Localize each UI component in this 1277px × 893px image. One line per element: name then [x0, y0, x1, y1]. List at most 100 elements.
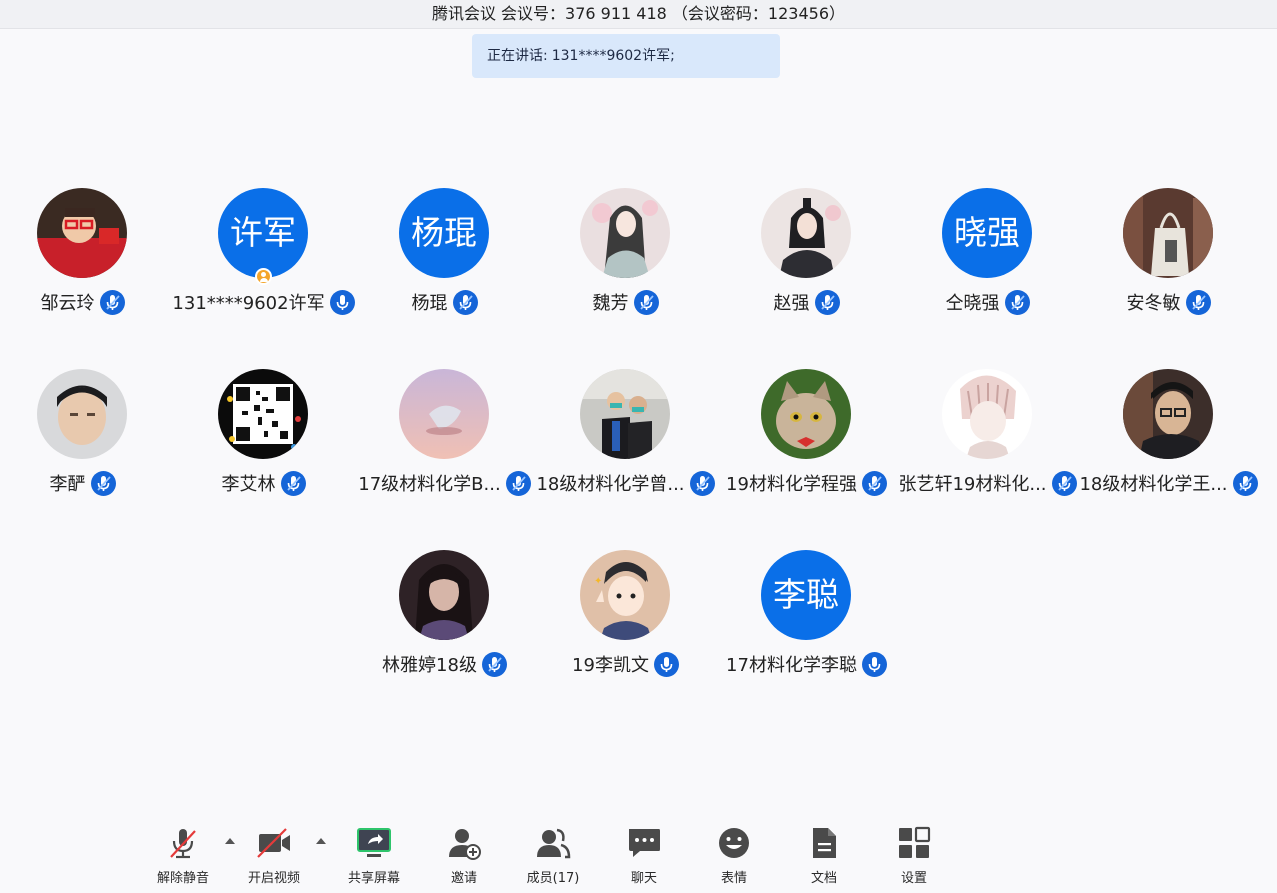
- participant-label: 魏芳: [535, 289, 716, 315]
- participant-label: 仝晓强: [897, 289, 1078, 315]
- participant-avatar-tote-bag: [1123, 188, 1213, 278]
- participant-avatar-anime-sketch: [942, 369, 1032, 459]
- participant-name: 131****9602许军: [172, 293, 325, 314]
- mic-muted-icon: [280, 470, 306, 496]
- mic-muted-icon: [814, 289, 840, 315]
- mic-muted-icon: [452, 289, 478, 315]
- avatar-initials: 许军: [230, 213, 296, 252]
- participant-name: 张艺轩19材料化...: [898, 474, 1047, 495]
- participant-tile[interactable]: 林雅婷18级: [354, 550, 535, 690]
- mic-muted-icon: [90, 470, 116, 496]
- participant-tile[interactable]: 魏芳: [535, 188, 716, 328]
- members-icon: [537, 828, 571, 859]
- toolbar-label: 设置: [900, 871, 927, 886]
- mic-muted-icon: [861, 470, 887, 496]
- document-icon: [813, 828, 836, 858]
- mic-muted-icon: [633, 289, 659, 315]
- participant-label: 131****9602许军: [172, 289, 355, 315]
- participant-avatar: 晓强: [942, 188, 1032, 278]
- settings-icon: [899, 826, 931, 858]
- participant-name: 17级材料化学B...: [358, 474, 501, 495]
- participant-tile[interactable]: 安冬敏: [1078, 188, 1259, 328]
- participant-label: 林雅婷18级: [354, 651, 535, 677]
- toolbar-button-members[interactable]: 成员(17): [518, 815, 588, 890]
- toolbar-button-document[interactable]: 文档: [789, 815, 859, 890]
- participant-avatar-child-red-glasses: [37, 188, 127, 278]
- participant-name: 赵强: [773, 293, 810, 314]
- participant-avatar-painted-woman: [580, 188, 670, 278]
- chevron-up-icon[interactable]: [225, 838, 235, 844]
- participant-avatar-man-glasses: [1123, 369, 1213, 459]
- mic-muted-icon: [481, 651, 507, 677]
- participant-label: 17级材料化学B...: [354, 470, 535, 496]
- participant-label: 李艾林: [173, 470, 354, 496]
- participant-tile[interactable]: 赵强: [716, 188, 897, 328]
- host-badge-icon: [255, 268, 272, 285]
- toolbar-button-mic-muted[interactable]: 解除静音: [148, 815, 218, 890]
- participant-tile[interactable]: 19材料化学程强: [716, 369, 897, 509]
- participant-tile[interactable]: 晓强仝晓强: [897, 188, 1078, 328]
- speaking-prefix: 正在讲话:: [487, 48, 548, 64]
- mic-on-icon: [861, 651, 887, 677]
- toolbar-button-invite[interactable]: 邀请: [429, 815, 499, 890]
- speaking-speaker: 131****9602许军;: [551, 48, 675, 64]
- avatar-initials: 杨琨: [411, 213, 477, 252]
- participant-name: 李酽: [49, 474, 86, 495]
- participant-name: 17材料化学李聪: [726, 655, 857, 676]
- meeting-toolbar: 解除静音 开启视频 共享屏幕 邀请 成员(17) 聊天 表情 文档 设置: [0, 815, 1277, 893]
- participant-avatar: 杨琨: [399, 188, 489, 278]
- chevron-up-icon[interactable]: [316, 838, 326, 844]
- window-title: 腾讯会议 会议号：376 911 418 （会议密码：123456）: [0, 0, 1277, 29]
- avatar-initials: 晓强: [954, 213, 1020, 252]
- participant-name: 19李凯文: [572, 655, 649, 676]
- avatar-initials: 李聪: [773, 575, 839, 614]
- toolbar-label: 共享屏幕: [347, 871, 400, 886]
- participant-avatar-painted-man: [761, 188, 851, 278]
- invite-icon: [449, 829, 481, 860]
- toolbar-button-chat[interactable]: 聊天: [609, 815, 679, 890]
- mic-muted-icon: [170, 829, 196, 859]
- participant-tile[interactable]: 邹云玲: [0, 188, 173, 328]
- video-off-icon: [257, 828, 290, 858]
- participant-label: 17材料化学李聪: [716, 651, 897, 677]
- toolbar-label: 聊天: [630, 871, 657, 886]
- mic-muted-icon: [1185, 289, 1211, 315]
- toolbar-label: 成员(17): [526, 871, 580, 886]
- mic-muted-icon: [1232, 470, 1258, 496]
- participant-avatar-cat: [761, 369, 851, 459]
- participant-label: 李酽: [0, 470, 173, 496]
- participant-tile[interactable]: 杨琨 杨琨: [354, 188, 535, 328]
- participant-label: 赵强: [716, 289, 897, 315]
- toolbar-button-settings[interactable]: 设置: [879, 815, 949, 890]
- participant-avatar-two-people: [580, 369, 670, 459]
- toolbar-button-share-screen[interactable]: 共享屏幕: [339, 815, 409, 890]
- participant-name: 18级材料化学曾...: [536, 474, 685, 495]
- participant-label: 邹云玲: [0, 289, 173, 315]
- svg-text:✦: ✦: [594, 576, 602, 587]
- participant-label: 安冬敏: [1078, 289, 1259, 315]
- share-screen-icon: [357, 828, 391, 857]
- participant-tile[interactable]: 张艺轩19材料化...: [897, 369, 1078, 509]
- participant-tile[interactable]: 李酽: [0, 369, 173, 509]
- participant-avatar-qr-code: [218, 369, 308, 459]
- toolbar-button-emoji[interactable]: 表情: [699, 815, 769, 890]
- participant-name: 仝晓强: [945, 293, 1000, 314]
- toolbar-button-video-off[interactable]: 开启视频: [239, 815, 309, 890]
- participant-name: 杨琨: [411, 293, 448, 314]
- participant-tile[interactable]: 李艾林: [173, 369, 354, 509]
- mic-muted-icon: [689, 470, 715, 496]
- mic-on-icon: [653, 651, 679, 677]
- mic-muted-icon: [505, 470, 531, 496]
- participant-label: 18级材料化学王...: [1078, 470, 1259, 496]
- emoji-icon: [719, 828, 749, 858]
- participant-tile[interactable]: 许军 131****9602许军: [172, 188, 355, 328]
- participant-tile[interactable]: 18级材料化学曾...: [535, 369, 716, 509]
- participant-tile[interactable]: 李聪 17材料化学李聪: [716, 550, 897, 690]
- participant-name: 安冬敏: [1126, 293, 1181, 314]
- participant-tile[interactable]: 17级材料化学B...: [354, 369, 535, 509]
- participant-avatar-man-face: [37, 369, 127, 459]
- participant-tile[interactable]: 18级材料化学王...: [1078, 369, 1259, 509]
- participant-tile[interactable]: ✦ 19李凯文: [535, 550, 716, 690]
- participant-name: 18级材料化学王...: [1079, 474, 1228, 495]
- mic-on-icon: [329, 289, 355, 315]
